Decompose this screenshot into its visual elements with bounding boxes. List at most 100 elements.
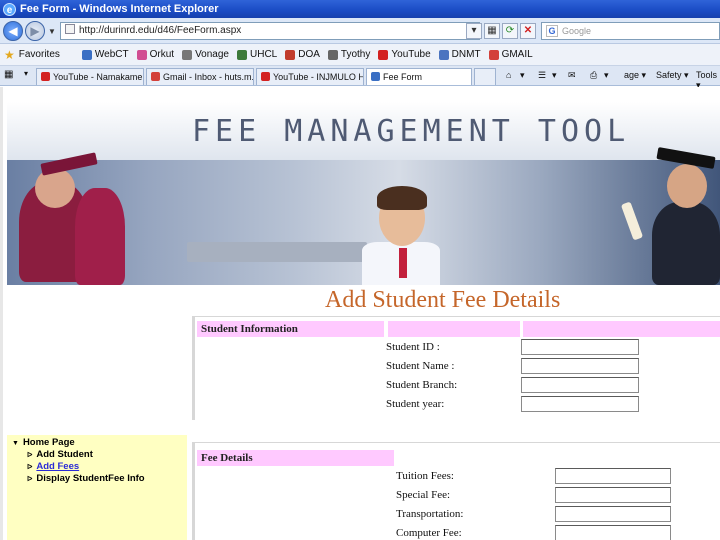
sidebar-item-display-studentfee-info[interactable]: ᐅ Display StudentFee Info <box>27 473 145 484</box>
youtube-icon <box>41 72 50 81</box>
compatibility-icon[interactable]: ▦ <box>484 23 500 39</box>
label-student-branch: Student Branch: <box>386 379 458 391</box>
fav-item-orkut[interactable]: Orkut <box>136 49 174 60</box>
page-icon <box>65 24 75 34</box>
refresh-icon[interactable]: ⟳ <box>502 23 518 39</box>
label-student-year: Student year: <box>386 398 445 410</box>
gmail-icon <box>151 72 160 81</box>
page-icon <box>371 72 380 81</box>
uhcl-icon <box>237 49 247 60</box>
special-fee-field[interactable] <box>555 487 671 503</box>
browser-window: e Fee Form - Windows Internet Explorer ◀… <box>0 0 720 540</box>
home-icon[interactable]: ⌂ <box>506 70 511 80</box>
home-dropdown-icon[interactable]: ▾ <box>520 70 525 81</box>
doa-icon <box>285 49 296 60</box>
student-tie <box>399 248 407 278</box>
fav-item-uhcl[interactable]: UHCL <box>237 49 277 60</box>
fav-item-doa[interactable]: DOA <box>285 49 320 60</box>
graduate-face <box>667 164 707 208</box>
sidebar-item-add-student[interactable]: ᐅ Add Student <box>27 449 93 460</box>
fee-details-panel: Fee Details Tuition Fees: Special Fee: T… <box>192 442 720 540</box>
gmail-icon <box>488 49 499 60</box>
tab-youtube-2[interactable]: YouTube - INJMULO H... <box>256 68 364 85</box>
page-menu[interactable]: age ▾ <box>624 70 646 81</box>
favorites-button[interactable]: Favorites <box>19 49 60 60</box>
safety-menu[interactable]: Safety ▾ <box>656 70 689 81</box>
feeds-dropdown-icon[interactable]: ▾ <box>552 70 557 81</box>
arrow-icon: ᐅ <box>27 464 33 471</box>
section-header-student-info: Student Information <box>197 321 384 337</box>
vonage-icon <box>182 49 193 60</box>
label-student-id: Student ID : <box>386 341 440 353</box>
student-branch-field[interactable] <box>521 377 639 393</box>
label-transportation: Transportation: <box>396 508 464 520</box>
title-bar: e Fee Form - Windows Internet Explorer <box>0 0 720 18</box>
graduate-face <box>35 168 75 208</box>
label-special-fee: Special Fee: <box>396 489 451 501</box>
search-placeholder: Google <box>562 26 592 36</box>
student-hair <box>377 186 427 210</box>
youtube-icon <box>378 49 389 60</box>
fav-item-dnmt[interactable]: DNMT <box>438 49 481 60</box>
label-tuition-fees: Tuition Fees: <box>396 470 454 482</box>
history-dropdown-icon[interactable]: ▼ <box>48 27 56 36</box>
tuition-fees-field[interactable] <box>555 468 671 484</box>
fav-item-webct[interactable]: WebCT <box>81 49 129 60</box>
arrow-icon: ᐅ <box>27 476 33 483</box>
graduate-figure <box>652 202 720 285</box>
sidebar-item-add-fees[interactable]: ᐅ Add Fees <box>27 461 79 472</box>
classroom-desk <box>187 242 367 262</box>
ie-logo-icon: e <box>3 2 16 16</box>
favorites-bar: ★ Favorites WebCT Orkut Vonage UHCL DOA … <box>0 44 720 66</box>
student-info-panel: Student Information Student ID : Student… <box>192 316 720 420</box>
graduate-figure <box>75 188 125 285</box>
student-name-field[interactable] <box>521 358 639 374</box>
expand-arrow-icon: ▼ <box>12 440 19 447</box>
fav-item-vonage[interactable]: Vonage <box>182 49 229 60</box>
window-title: Fee Form - Windows Internet Explorer <box>20 3 219 15</box>
feeds-icon[interactable]: ☰ <box>538 70 546 81</box>
banner-image: FEE MANAGEMENT TOOL <box>7 102 720 285</box>
page-content: FEE MANAGEMENT TOOL Add Student Fee Deta… <box>0 87 720 540</box>
student-year-field[interactable] <box>521 396 639 412</box>
google-icon: G <box>546 25 558 37</box>
orkut-icon <box>136 49 147 60</box>
print-icon[interactable]: ⎙ <box>590 70 597 81</box>
tab-fee-form[interactable]: Fee Form <box>366 68 472 85</box>
new-tab-button[interactable] <box>474 68 496 85</box>
address-input[interactable]: http://durinrd.edu/d46/FeeForm.aspx <box>60 22 480 40</box>
tab-youtube-1[interactable]: YouTube - Namakame ... <box>36 68 144 85</box>
tab-list-dropdown-icon[interactable]: ▾ <box>24 69 28 78</box>
stop-icon[interactable]: ✕ <box>520 23 536 39</box>
back-button[interactable]: ◀ <box>3 21 23 41</box>
fav-item-gmail[interactable]: GMAIL <box>488 49 533 60</box>
label-student-name: Student Name : <box>386 360 455 372</box>
address-toolbar: ◀ ▶ ▼ http://durinrd.edu/d46/FeeForm.asp… <box>0 18 720 44</box>
student-id-field[interactable] <box>521 339 639 355</box>
sidebar-item-home-page[interactable]: ▼ Home Page <box>12 437 75 448</box>
quick-tabs-icon[interactable]: ▦ <box>4 69 13 80</box>
forward-button[interactable]: ▶ <box>25 21 45 41</box>
tab-bar: ▦ ▾ YouTube - Namakame ... Gmail - Inbox… <box>0 66 720 90</box>
computer-fee-field[interactable] <box>555 525 671 540</box>
label-computer-fee: Computer Fee: <box>396 527 462 539</box>
address-dropdown-icon[interactable]: ▾ <box>466 23 482 39</box>
tab-gmail[interactable]: Gmail - Inbox - huts.m... <box>146 68 254 85</box>
section-header-fee-details: Fee Details <box>197 450 394 466</box>
tyothy-icon <box>327 49 338 60</box>
fav-item-tyothy[interactable]: Tyothy <box>327 49 370 60</box>
fav-item-youtube[interactable]: YouTube <box>378 49 431 60</box>
address-url: http://durinrd.edu/d46/FeeForm.aspx <box>79 25 242 36</box>
sidebar-nav: ▼ Home Page ᐅ Add Student ᐅ Add Fees ᐅ Displ… <box>7 435 187 540</box>
search-input[interactable]: G Google <box>541 22 720 40</box>
page-title: Add Student Fee Details <box>325 287 561 313</box>
favorites-star-icon[interactable]: ★ <box>4 48 15 62</box>
print-dropdown-icon[interactable]: ▾ <box>604 70 609 81</box>
youtube-icon <box>261 72 270 81</box>
mail-icon[interactable]: ✉ <box>568 70 576 81</box>
banner-title: FEE MANAGEMENT TOOL <box>192 114 631 149</box>
dnmt-icon <box>438 49 449 60</box>
transportation-field[interactable] <box>555 506 671 522</box>
arrow-icon: ᐅ <box>27 452 33 459</box>
webct-icon <box>81 49 92 60</box>
